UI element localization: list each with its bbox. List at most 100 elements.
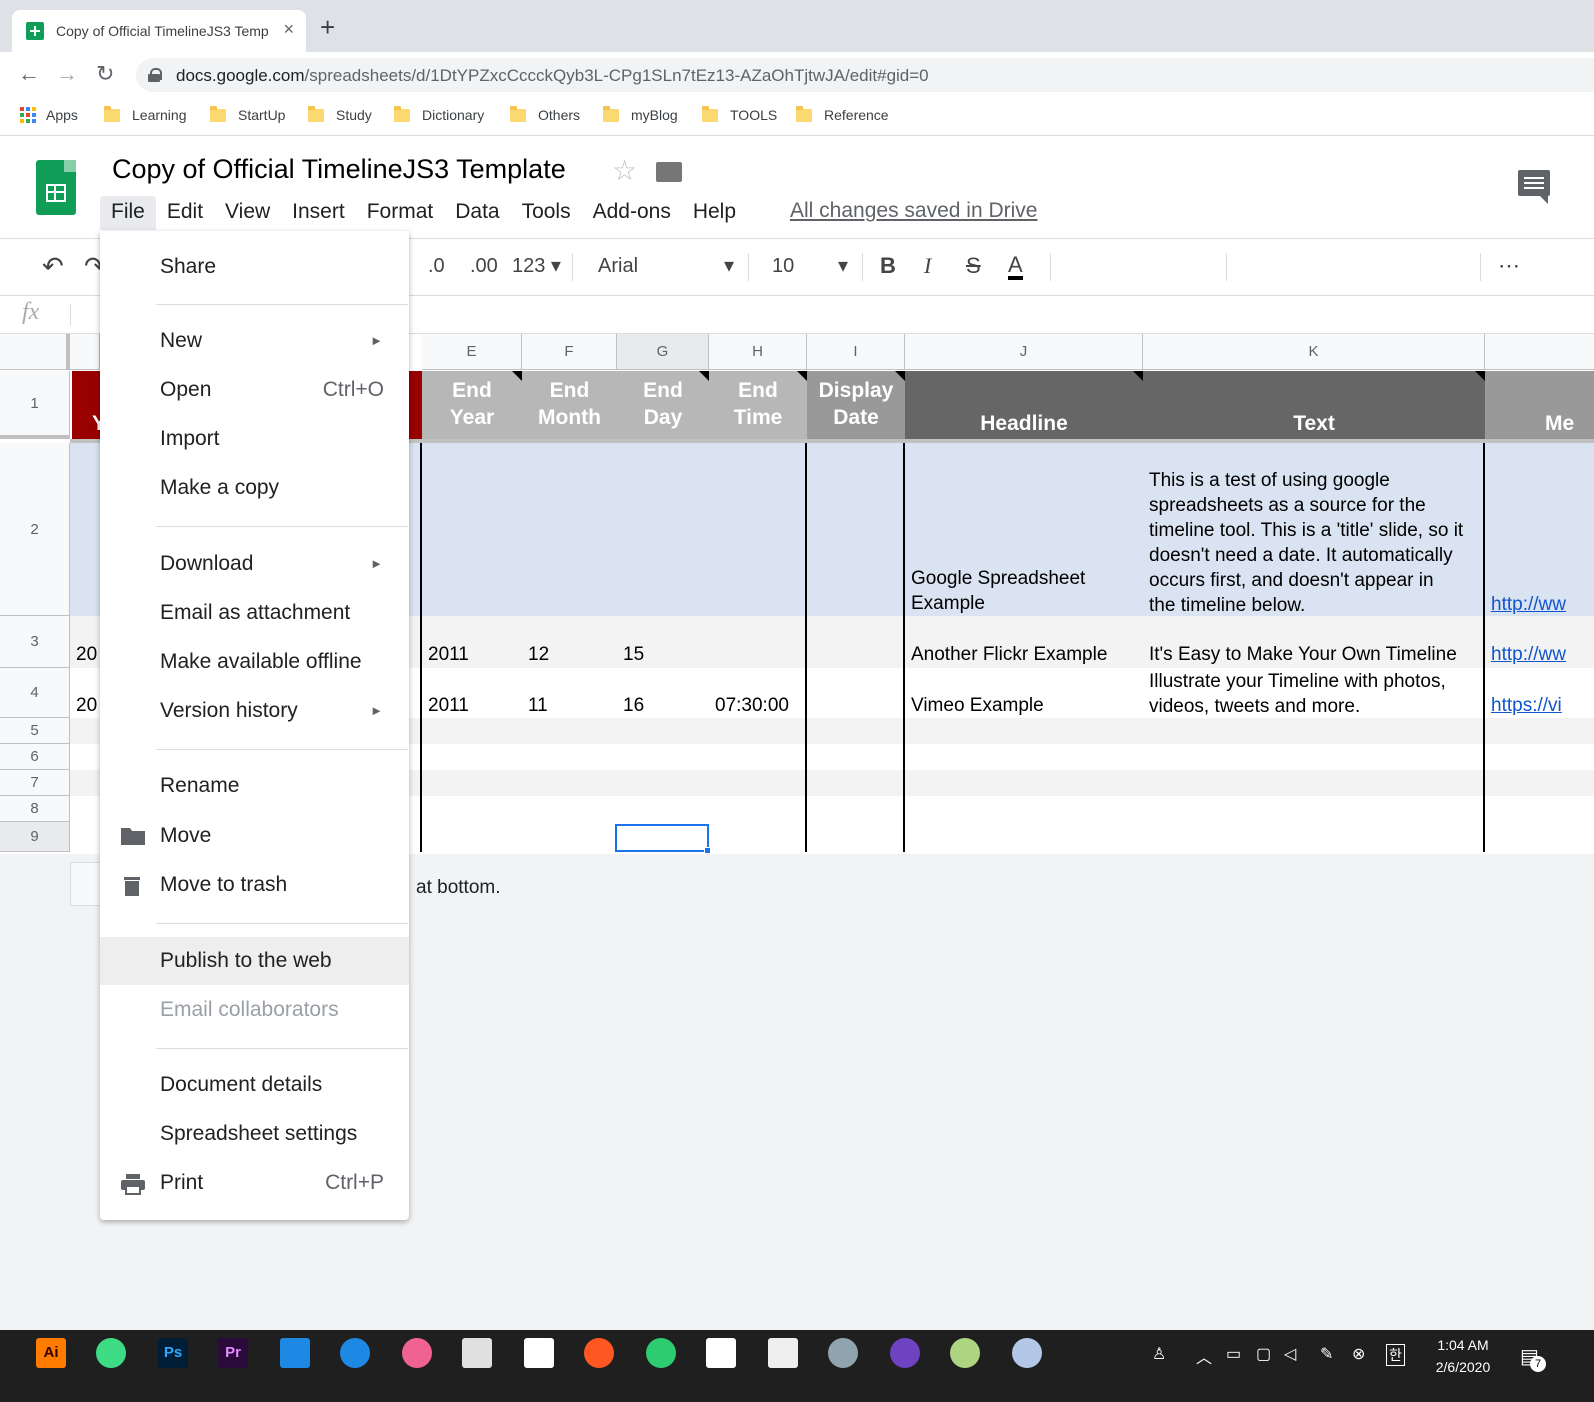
menu-item-email-collaborators[interactable]: Email collaborators: [100, 986, 409, 1034]
row-header-4[interactable]: 4: [0, 668, 70, 718]
header-cell-end-time[interactable]: End Time: [709, 371, 807, 439]
bold-button[interactable]: B: [880, 254, 896, 278]
tab-close-icon[interactable]: ×: [283, 19, 294, 40]
menu-item-offline[interactable]: Make available offline: [100, 638, 409, 686]
cell-text-row4[interactable]: Illustrate your Timeline with photos, vid…: [1143, 669, 1485, 719]
app-icon[interactable]: [402, 1338, 432, 1368]
undo-button[interactable]: ↶: [42, 253, 64, 279]
menu-item-version-history[interactable]: Version history ►: [100, 687, 409, 735]
unity-icon[interactable]: [524, 1338, 554, 1368]
column-header-i[interactable]: I: [807, 334, 905, 370]
bookmark-folder[interactable]: TOOLS: [702, 105, 777, 123]
reload-button[interactable]: ↻: [96, 62, 114, 86]
cell-end-day-row3[interactable]: 15: [617, 642, 709, 667]
cell-year-row4[interactable]: 20: [70, 693, 102, 718]
row-header-6[interactable]: 6: [0, 744, 70, 770]
header-cell-text[interactable]: Text: [1143, 371, 1485, 439]
column-header-e[interactable]: E: [422, 334, 522, 370]
github-desktop-icon[interactable]: [890, 1338, 920, 1368]
close-circle-icon[interactable]: ⊗: [1352, 1344, 1365, 1364]
app-icon[interactable]: [462, 1338, 492, 1368]
settings-gear-icon[interactable]: [828, 1338, 858, 1368]
app-icon[interactable]: [706, 1338, 736, 1368]
menu-item-download[interactable]: Download ►: [100, 540, 409, 588]
comment-history-icon[interactable]: [1518, 170, 1550, 204]
android-studio-icon[interactable]: [96, 1338, 126, 1368]
header-cell-display-date[interactable]: Display Date: [807, 371, 905, 439]
cell-text-row3[interactable]: It's Easy to Make Your Own Timeline: [1143, 642, 1485, 667]
bookmark-apps[interactable]: Apps: [20, 107, 78, 123]
photoshop-icon[interactable]: Ps: [158, 1338, 188, 1368]
paint-icon[interactable]: [950, 1338, 980, 1368]
move-folder-icon[interactable]: [656, 162, 682, 182]
premiere-icon[interactable]: Pr: [218, 1338, 248, 1368]
bookmark-folder[interactable]: Reference: [796, 105, 889, 123]
show-hidden-icons-chevron[interactable]: ︿: [1196, 1344, 1212, 1368]
header-cell-year[interactable]: Y: [72, 371, 102, 439]
header-cell-end-year[interactable]: End Year: [422, 371, 522, 439]
bookmark-folder[interactable]: Study: [308, 105, 372, 123]
menu-item-trash[interactable]: Move to trash: [100, 861, 409, 909]
star-icon[interactable]: ☆: [612, 154, 637, 187]
illustrator-icon[interactable]: Ai: [36, 1338, 66, 1368]
bookmark-folder[interactable]: Learning: [104, 105, 187, 123]
cell-headline-row2[interactable]: Google Spreadsheet Example: [905, 566, 1143, 616]
cell-end-time-row4[interactable]: 07:30:00: [709, 693, 807, 718]
cell-end-month-row4[interactable]: 11: [522, 693, 617, 718]
header-cell-red[interactable]: [409, 371, 422, 439]
battery-icon[interactable]: ▭: [1226, 1344, 1241, 1364]
menu-item-publish[interactable]: Publish to the web: [100, 937, 409, 985]
row-header-5[interactable]: 5: [0, 718, 70, 744]
row-header-9[interactable]: 9: [0, 822, 70, 852]
menu-item-move[interactable]: Move: [100, 812, 409, 860]
menu-item-open[interactable]: Open Ctrl+O: [100, 366, 409, 414]
cell-end-year-row3[interactable]: 2011: [422, 642, 522, 667]
back-button[interactable]: ←: [18, 62, 40, 86]
cell-year-row3[interactable]: 20: [70, 642, 102, 667]
increase-decimal-button[interactable]: .00: [470, 254, 498, 278]
menu-item-settings[interactable]: Spreadsheet settings: [100, 1110, 409, 1158]
menu-item-rename[interactable]: Rename: [100, 762, 409, 810]
header-cell-headline[interactable]: Headline: [905, 371, 1143, 439]
bookmark-folder[interactable]: StartUp: [210, 105, 285, 123]
system-clock[interactable]: 1:04 AM 2/6/2020: [1418, 1334, 1508, 1378]
app-icon[interactable]: [768, 1338, 798, 1368]
selected-cell[interactable]: [615, 824, 709, 852]
menu-item-share[interactable]: Share: [100, 243, 409, 291]
atom-icon[interactable]: [646, 1338, 676, 1368]
column-header-f[interactable]: F: [522, 334, 617, 370]
italic-button[interactable]: I: [924, 254, 931, 278]
decrease-decimal-button[interactable]: .0: [428, 254, 445, 278]
new-tab-button[interactable]: +: [320, 14, 335, 40]
menu-item-print[interactable]: Print Ctrl+P: [100, 1159, 409, 1207]
column-header-h[interactable]: H: [709, 334, 807, 370]
cell-media-row3[interactable]: http://ww: [1485, 642, 1594, 667]
strikethrough-button[interactable]: S: [966, 254, 981, 278]
header-cell-end-day[interactable]: End Day: [617, 371, 709, 439]
omnibox[interactable]: docs.google.com/spreadsheets/d/1DtYPZxcC…: [136, 58, 1594, 92]
network-icon[interactable]: ▢: [1256, 1344, 1271, 1364]
column-header-j[interactable]: J: [905, 334, 1143, 370]
row-header-3[interactable]: 3: [0, 616, 70, 668]
menu-addons[interactable]: Add-ons: [582, 196, 682, 230]
font-select[interactable]: Arial ▾: [598, 254, 738, 278]
menu-item-make-copy[interactable]: Make a copy: [100, 464, 409, 512]
pen-icon[interactable]: ✎: [1320, 1344, 1333, 1364]
menu-insert[interactable]: Insert: [281, 196, 356, 230]
browser-tab[interactable]: Copy of Official TimelineJS3 Temp ×: [12, 10, 306, 52]
menu-view[interactable]: View: [214, 196, 281, 230]
row-header-8[interactable]: 8: [0, 796, 70, 822]
menu-item-email-attachment[interactable]: Email as attachment: [100, 589, 409, 637]
sheets-logo-icon[interactable]: [36, 160, 76, 215]
column-header-l[interactable]: [1485, 334, 1594, 370]
select-all-corner[interactable]: [0, 334, 70, 370]
menu-edit[interactable]: Edit: [156, 196, 214, 230]
menu-item-new[interactable]: New ►: [100, 317, 409, 365]
more-formats-button[interactable]: 123 ▾: [512, 254, 561, 278]
menu-item-import[interactable]: Import: [100, 415, 409, 463]
column-header[interactable]: [70, 334, 100, 370]
menu-file[interactable]: File: [100, 196, 156, 230]
people-icon[interactable]: ♙: [1152, 1344, 1166, 1364]
menu-format[interactable]: Format: [356, 196, 445, 230]
menu-help[interactable]: Help: [682, 196, 747, 230]
